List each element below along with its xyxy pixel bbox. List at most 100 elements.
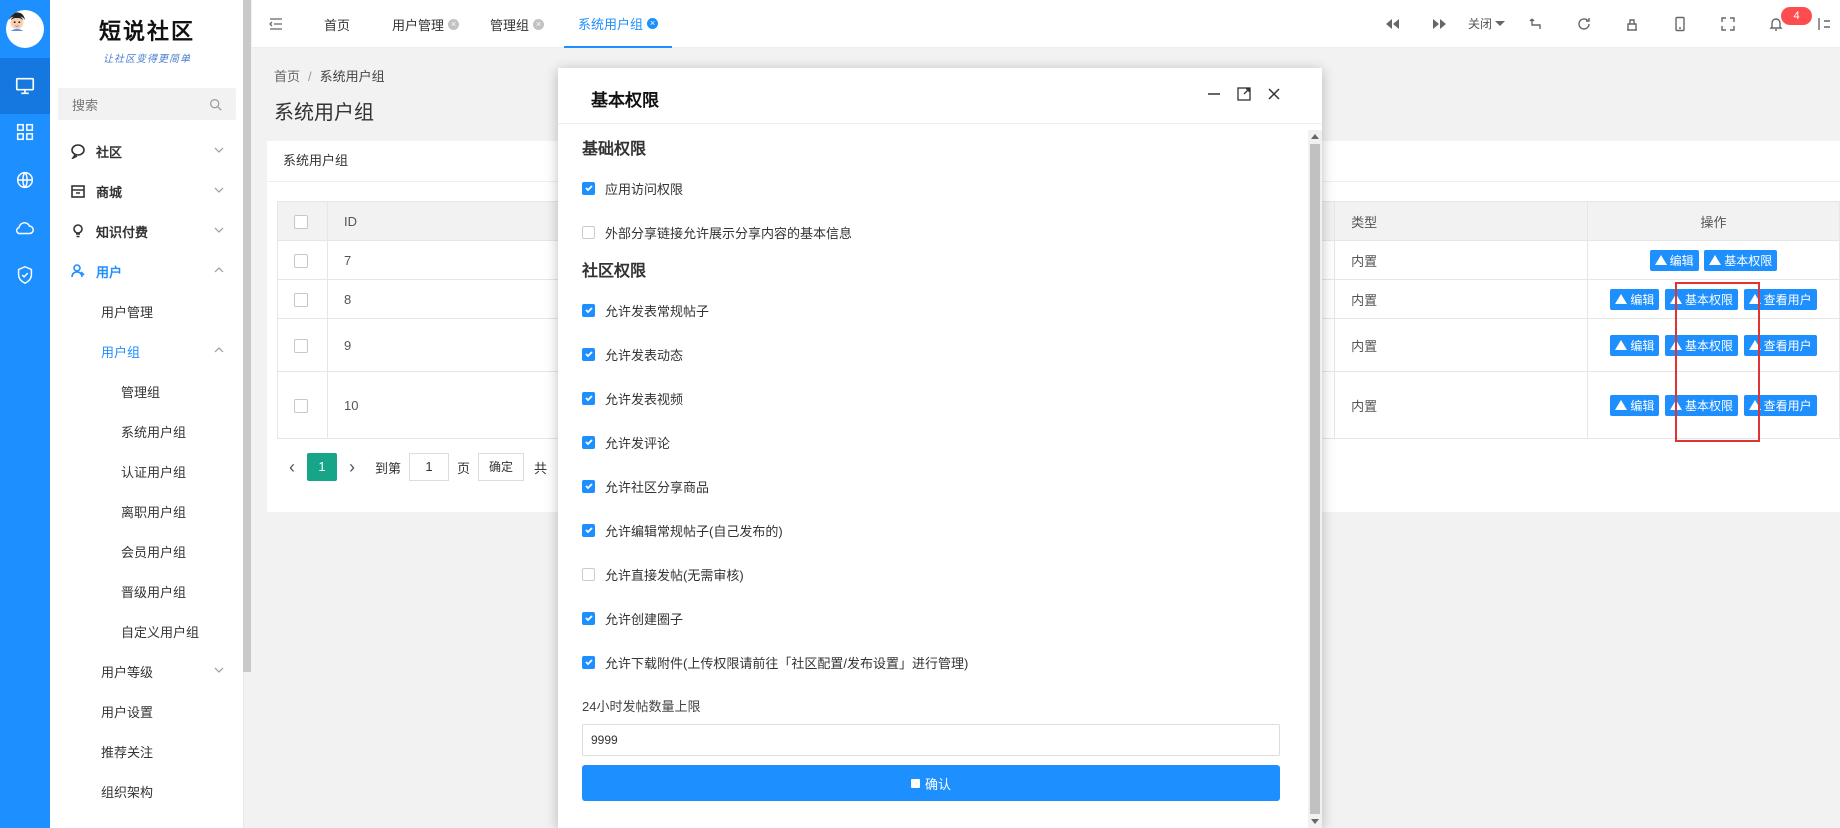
chevron-down-icon xyxy=(214,147,224,153)
undo-icon[interactable] xyxy=(1528,16,1544,32)
checkbox-unchecked[interactable] xyxy=(582,225,595,239)
checkbox-checked[interactable] xyxy=(582,611,595,625)
row-select-cell xyxy=(277,279,328,319)
perm-label: 允许下载附件(上传权限请前往「社区配置/发布设置」进行管理) xyxy=(605,655,969,671)
goto-page-input[interactable]: 1 xyxy=(409,453,450,481)
checkbox-checked[interactable] xyxy=(582,303,595,317)
sidebar-item-community[interactable]: 社区 xyxy=(50,131,244,171)
refresh-icon[interactable] xyxy=(1576,16,1592,32)
checkbox-checked[interactable] xyxy=(582,435,595,449)
sidebar-item-knowledge[interactable]: 知识付费 xyxy=(50,211,244,251)
scrollbar-thumb[interactable] xyxy=(1310,144,1320,814)
column-header-type: 类型 xyxy=(1334,201,1588,241)
perm-share-goods[interactable]: 允许社区分享商品 xyxy=(582,464,1282,508)
perm-download-attachment[interactable]: 允许下载附件(上传权限请前往「社区配置/发布设置」进行管理) xyxy=(582,640,1282,684)
sidebar-item-label: 用户等级 xyxy=(101,664,154,680)
sidebar-item-system-group[interactable]: 系统用户组 xyxy=(50,411,244,451)
sidebar-item-custom-group[interactable]: 自定义用户组 xyxy=(50,611,244,651)
checkbox-checked[interactable] xyxy=(582,523,595,537)
sidebar-item-org[interactable]: 组织架构 xyxy=(50,771,244,811)
sidebar-item-user-level[interactable]: 用户等级 xyxy=(50,651,244,691)
checkbox-checked[interactable] xyxy=(582,655,595,669)
perm-comment[interactable]: 允许发评论 xyxy=(582,420,1282,464)
tab-user-manage[interactable]: 用户管理 × xyxy=(392,0,460,48)
next-page-button[interactable]: › xyxy=(337,457,367,478)
close-dropdown[interactable]: 关闭 xyxy=(1468,15,1506,32)
mobile-icon[interactable] xyxy=(1672,16,1688,32)
chevron-down-icon xyxy=(214,227,224,233)
perm-share-preview[interactable]: 外部分享链接允许展示分享内容的基本信息 xyxy=(582,210,1282,254)
checkbox-unchecked[interactable] xyxy=(582,567,595,581)
close-dropdown-label: 关闭 xyxy=(1468,17,1493,31)
cell-type: 内置 xyxy=(1334,240,1588,280)
sidebar-item-label: 认证用户组 xyxy=(121,464,187,480)
sidebar-item-verified-group[interactable]: 认证用户组 xyxy=(50,451,244,491)
shield-icon[interactable] xyxy=(0,247,50,303)
more-icon[interactable] xyxy=(1816,16,1832,32)
sidebar-item-admin-group[interactable]: 管理组 xyxy=(50,371,244,411)
sidebar-item-member-group[interactable]: 会员用户组 xyxy=(50,531,244,571)
sidebar-item-user[interactable]: 用户 xyxy=(50,251,244,291)
row-checkbox[interactable] xyxy=(294,398,308,413)
sidebar-item-store[interactable]: 商城 xyxy=(50,171,244,211)
sidebar-scrollbar[interactable] xyxy=(243,0,251,672)
post-limit-input[interactable]: 9999 xyxy=(582,724,1280,756)
edit-button[interactable]: 编辑 xyxy=(1610,394,1660,416)
tab-system-group[interactable]: 系统用户组 × xyxy=(564,0,673,48)
maximize-icon[interactable] xyxy=(1236,86,1252,102)
basic-permission-button[interactable]: 基本权限 xyxy=(1704,249,1778,271)
perm-label: 外部分享链接允许展示分享内容的基本信息 xyxy=(605,225,853,241)
row-checkbox[interactable] xyxy=(294,338,308,353)
edit-button[interactable]: 编辑 xyxy=(1649,249,1699,271)
perm-create-circle[interactable]: 允许创建圈子 xyxy=(582,596,1282,640)
tab-close-icon[interactable]: × xyxy=(647,17,659,29)
clear-icon[interactable] xyxy=(1624,16,1640,32)
row-checkbox[interactable] xyxy=(294,292,308,307)
checkbox-checked[interactable] xyxy=(582,479,595,493)
logo[interactable]: 短说社区 让社区变得更简单 xyxy=(50,8,244,70)
prev-page-button[interactable]: ‹ xyxy=(277,457,307,478)
fullscreen-icon[interactable] xyxy=(1720,16,1736,32)
select-all-checkbox[interactable] xyxy=(294,214,308,229)
current-page[interactable]: 1 xyxy=(307,453,337,481)
search-input[interactable]: 搜索 xyxy=(58,88,236,120)
sidebar-item-promotion-group[interactable]: 晋级用户组 xyxy=(50,571,244,611)
confirm-button[interactable]: 确认 xyxy=(582,765,1280,801)
checkbox-checked[interactable] xyxy=(582,391,595,405)
fast-forward-icon[interactable] xyxy=(1432,16,1448,32)
sidebar-item-label: 用户组 xyxy=(101,344,141,360)
bulb-icon xyxy=(70,223,86,239)
dialog-scrollbar[interactable] xyxy=(1308,130,1322,828)
row-select-cell xyxy=(277,318,328,372)
close-icon[interactable] xyxy=(1266,86,1282,102)
checkbox-checked[interactable] xyxy=(582,347,595,361)
perm-post-moment[interactable]: 允许发表动态 xyxy=(582,332,1282,376)
avatar[interactable] xyxy=(6,10,44,48)
tab-home[interactable]: 首页 xyxy=(324,0,350,48)
perm-app-access[interactable]: 应用访问权限 xyxy=(582,166,1282,210)
scroll-down-icon[interactable] xyxy=(1311,819,1319,824)
sidebar-item-recommend-follow[interactable]: 推荐关注 xyxy=(50,731,244,771)
edit-button[interactable]: 编辑 xyxy=(1610,288,1660,310)
sidebar-item-user-settings[interactable]: 用户设置 xyxy=(50,691,244,731)
menu-fold-icon[interactable] xyxy=(268,16,284,32)
sidebar-item-resigned-group[interactable]: 离职用户组 xyxy=(50,491,244,531)
tab-admin-group[interactable]: 管理组 × xyxy=(490,0,545,48)
tab-close-icon[interactable]: × xyxy=(448,18,460,30)
breadcrumb-home[interactable]: 首页 xyxy=(274,69,300,84)
scroll-up-icon[interactable] xyxy=(1311,134,1319,139)
sidebar-item-user-group[interactable]: 用户组 xyxy=(50,331,244,371)
tab-close-icon[interactable]: × xyxy=(533,18,545,30)
perm-edit-own-post[interactable]: 允许编辑常规帖子(自己发布的) xyxy=(582,508,1282,552)
minimize-icon[interactable] xyxy=(1206,86,1222,102)
tab-label: 系统用户组 xyxy=(578,16,644,32)
goto-confirm-button[interactable]: 确定 xyxy=(478,453,525,481)
edit-button[interactable]: 编辑 xyxy=(1610,334,1660,356)
perm-post-regular[interactable]: 允许发表常规帖子 xyxy=(582,288,1282,332)
row-checkbox[interactable] xyxy=(294,253,308,268)
perm-post-video[interactable]: 允许发表视频 xyxy=(582,376,1282,420)
checkbox-checked[interactable] xyxy=(582,181,595,195)
perm-post-no-review[interactable]: 允许直接发帖(无需审核) xyxy=(582,552,1282,596)
rewind-icon[interactable] xyxy=(1384,16,1400,32)
sidebar-item-user-manage[interactable]: 用户管理 xyxy=(50,291,244,331)
